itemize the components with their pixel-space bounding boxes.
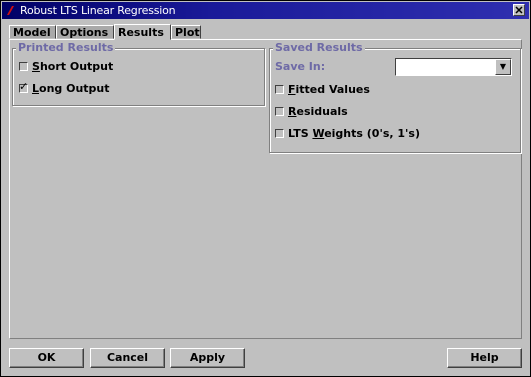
lts-weights-box[interactable] <box>275 129 284 138</box>
dialog-window: Robust LTS Linear Regression Model Optio… <box>0 0 531 377</box>
tab-model[interactable]: Model <box>9 25 56 39</box>
check-mark-icon: ✓ <box>19 80 29 93</box>
tab-model-label: Model <box>13 26 51 39</box>
residuals-box[interactable] <box>275 107 284 116</box>
printed-results-title: Printed Results <box>16 41 116 54</box>
printed-results-group: Printed Results Short Output ✓ Long Outp… <box>12 41 265 106</box>
results-panel: Printed Results Short Output ✓ Long Outp… <box>9 39 522 339</box>
tab-results-label: Results <box>118 26 164 39</box>
fitted-values-label: Fitted Values <box>288 83 370 96</box>
short-output-label: Short Output <box>32 60 114 73</box>
saved-results-title: Saved Results <box>273 41 365 54</box>
fitted-values-box[interactable] <box>275 85 284 94</box>
long-output-label: Long Output <box>32 82 110 95</box>
save-in-combobox[interactable]: ▼ <box>395 58 512 76</box>
save-in-label: Save In: <box>275 60 326 73</box>
tab-plot-label: Plot <box>175 26 200 39</box>
tab-options-label: Options <box>60 26 109 39</box>
close-button[interactable] <box>513 4 525 16</box>
title-bar[interactable]: Robust LTS Linear Regression <box>2 2 529 19</box>
cancel-button[interactable]: Cancel <box>90 348 165 368</box>
dropdown-arrow-icon[interactable]: ▼ <box>495 59 511 75</box>
tab-plot[interactable]: Plot <box>171 25 201 39</box>
tab-results[interactable]: Results <box>114 24 171 40</box>
long-output-box[interactable]: ✓ <box>19 80 29 93</box>
ok-button[interactable]: OK <box>9 348 84 368</box>
saved-results-group: Saved Results Save In: ▼ Fitted Values R… <box>269 41 521 153</box>
app-icon <box>7 6 14 15</box>
window-title: Robust LTS Linear Regression <box>20 4 176 17</box>
help-button[interactable]: Help <box>447 348 522 368</box>
close-icon <box>515 6 523 14</box>
short-output-box[interactable] <box>19 62 28 71</box>
tab-options[interactable]: Options <box>56 25 114 39</box>
residuals-label: Residuals <box>288 105 348 118</box>
lts-weights-label: LTS Weights (0's, 1's) <box>288 127 420 140</box>
apply-button[interactable]: Apply <box>170 348 245 368</box>
